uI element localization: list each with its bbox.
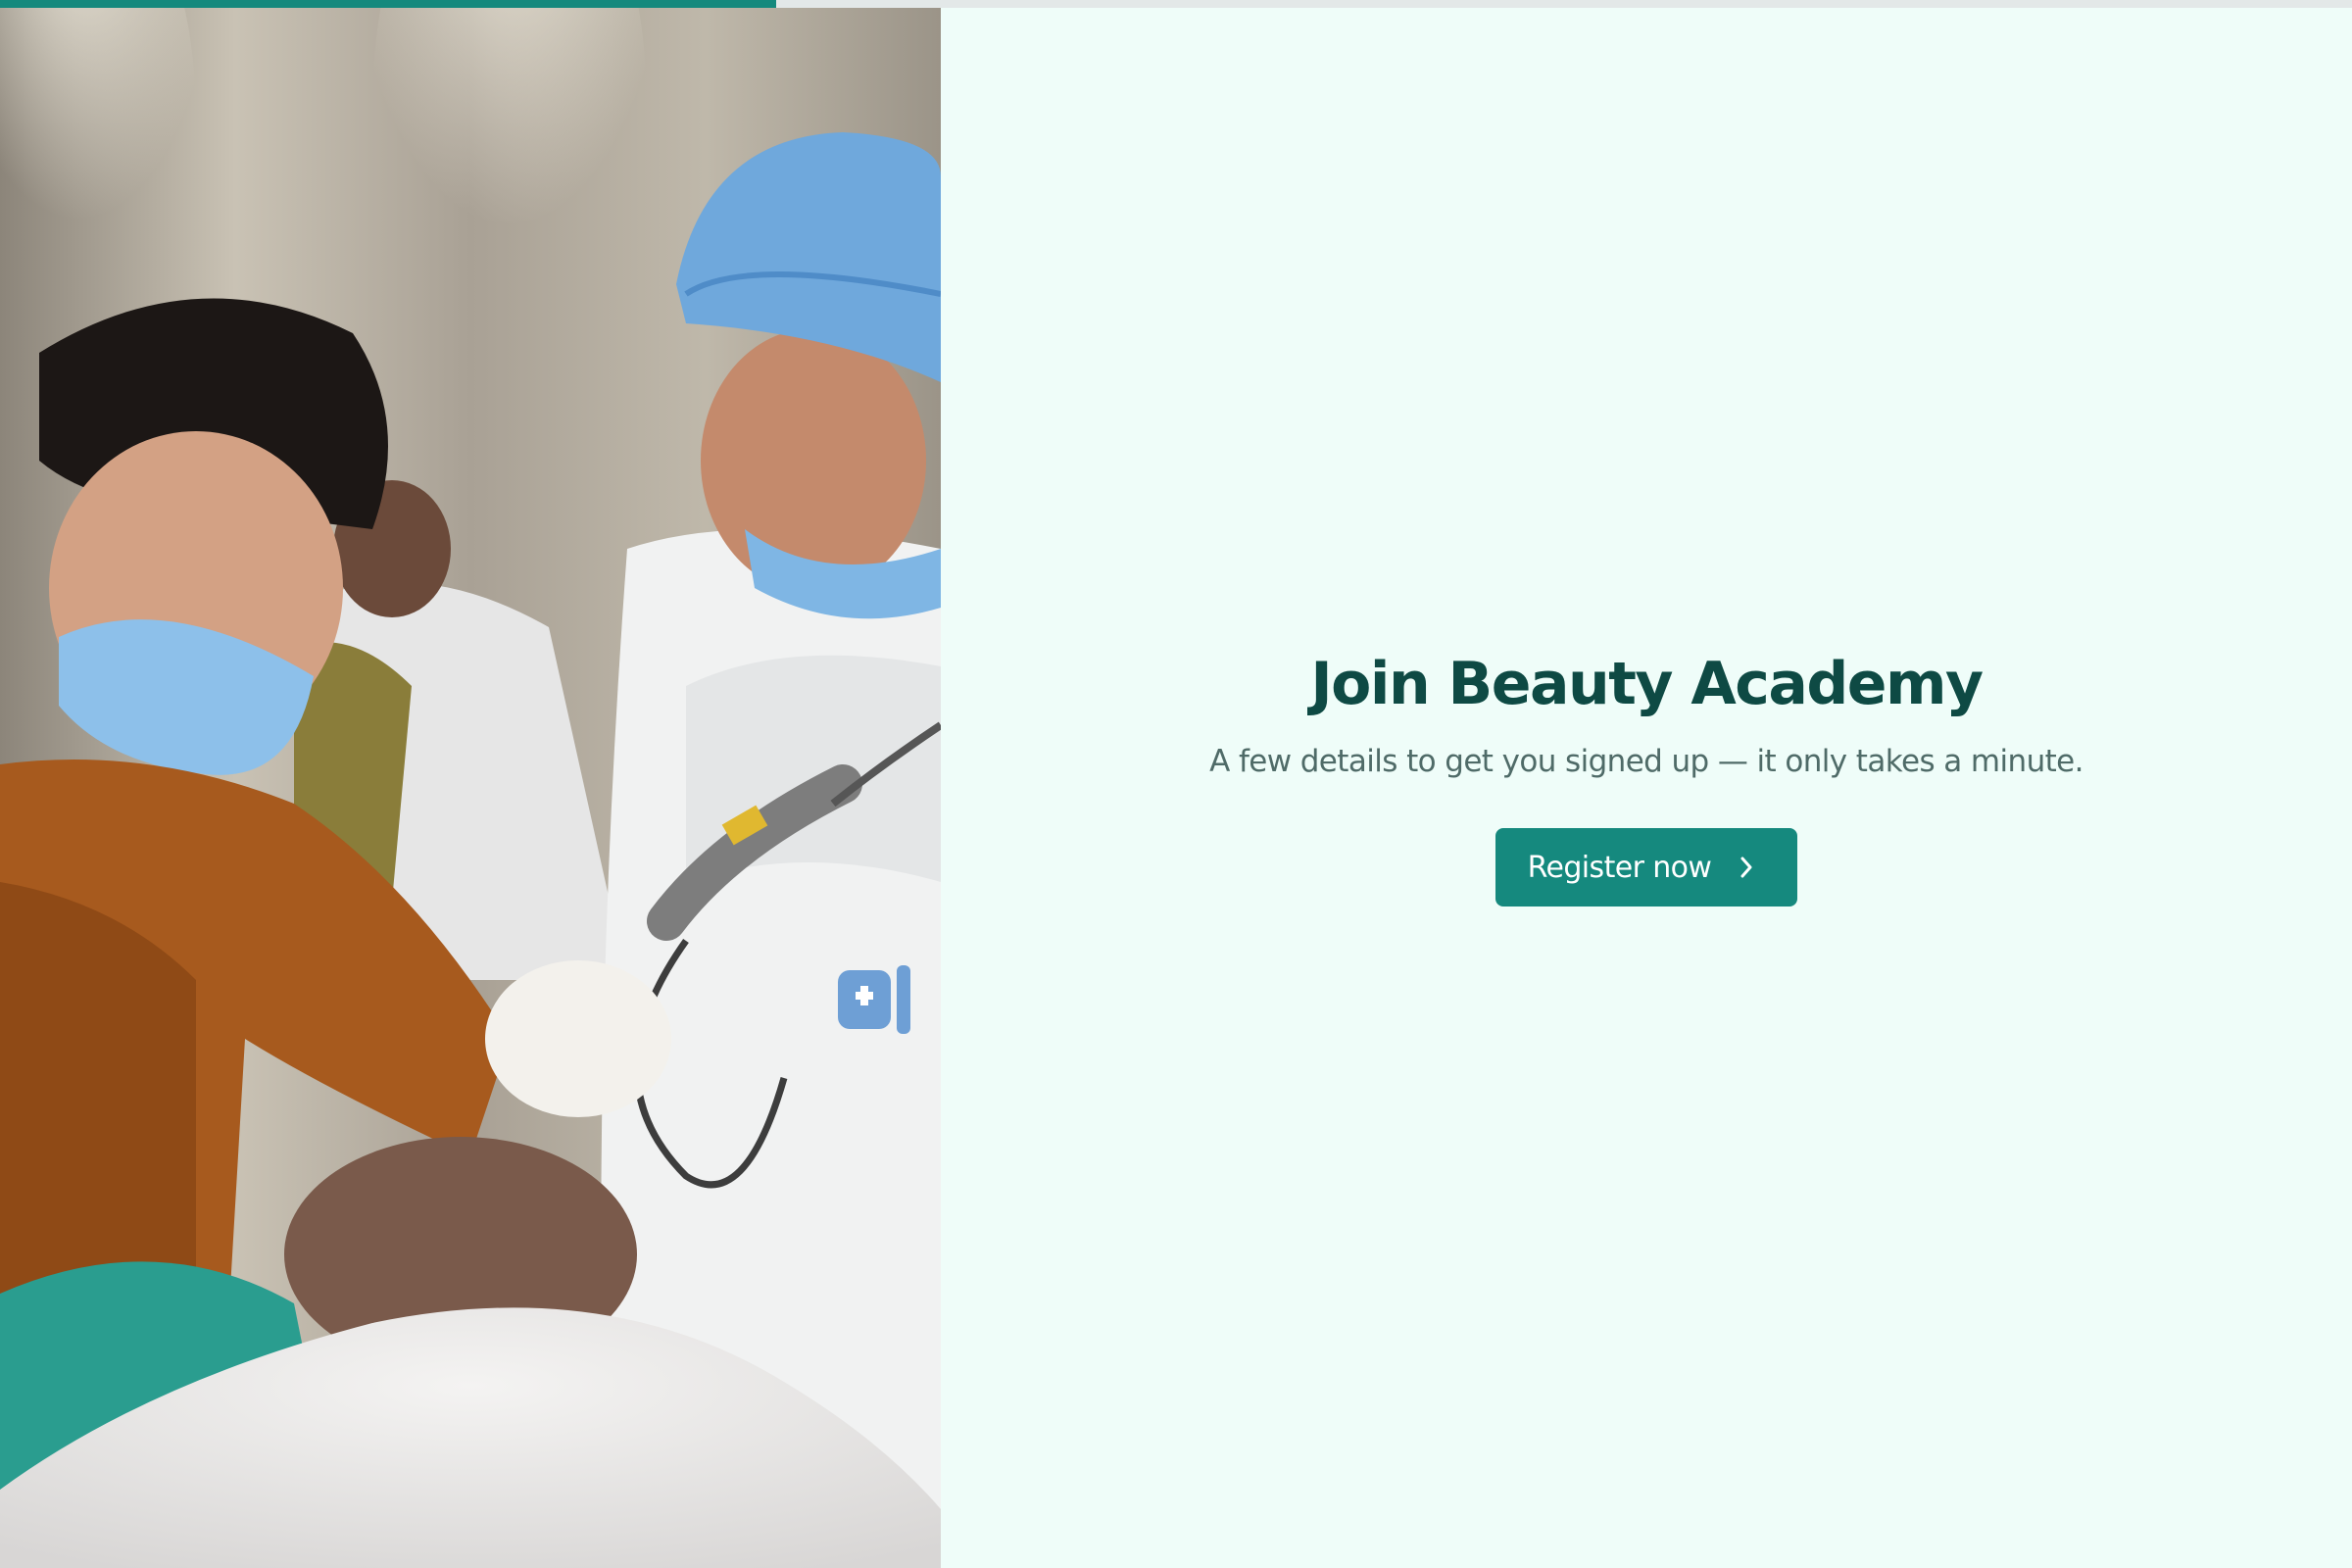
progress-bar-fill [0, 0, 776, 8]
page-subtitle: A few details to get you signed up — it … [1209, 744, 2083, 779]
register-now-button[interactable]: Register now [1494, 828, 1798, 906]
intro-content: Join Beauty Academy A few details to get… [1209, 650, 2084, 906]
registration-intro: Join Beauty Academy A few details to get… [941, 0, 2352, 1568]
progress-bar [0, 0, 2352, 8]
page-title: Join Beauty Academy [1310, 650, 1984, 718]
hero-photo-illustration [0, 0, 941, 1568]
register-now-label: Register now [1527, 850, 1712, 885]
hero-photo [0, 0, 941, 1568]
chevron-right-icon [1740, 857, 1752, 878]
